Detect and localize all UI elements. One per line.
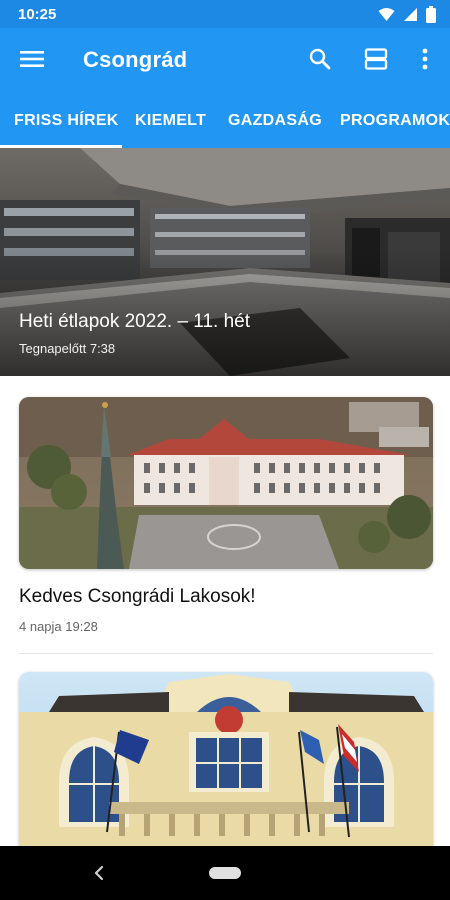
tab-kiemelt[interactable]: KIEMELT	[135, 94, 206, 148]
article-time: 4 napja 19:28	[19, 619, 98, 634]
search-button[interactable]	[304, 45, 336, 77]
app-title: Csongrád	[83, 47, 188, 72]
tab-programok[interactable]: PROGRAMOK	[340, 94, 450, 148]
wifi-icon	[378, 7, 395, 22]
signal-icon	[403, 7, 418, 22]
layout-toggle-button[interactable]	[360, 45, 392, 77]
more-options-button[interactable]	[409, 45, 441, 77]
article-image[interactable]	[19, 397, 433, 569]
menu-button[interactable]	[14, 46, 50, 76]
menu-icon	[20, 50, 44, 73]
featured-article-time: Tegnapelőtt 7:38	[19, 341, 116, 356]
back-icon[interactable]	[88, 861, 110, 885]
divider	[19, 653, 433, 654]
app-bar: Csongrád	[0, 28, 450, 94]
tab-friss-hirek[interactable]: FRISS HÍREK	[14, 94, 119, 148]
status-time: 10:25	[18, 6, 57, 23]
battery-icon	[426, 6, 436, 23]
article-image[interactable]	[19, 672, 433, 848]
search-icon	[309, 48, 331, 75]
tab-bar: FRISS HÍREK KIEMELT GAZDASÁG PROGRAMOK	[0, 94, 450, 148]
status-icons	[378, 6, 436, 23]
home-icon[interactable]	[209, 866, 241, 884]
article-title[interactable]: Kedves Csongrádi Lakosok!	[19, 586, 256, 608]
status-bar: 10:25	[0, 0, 450, 28]
more-vert-icon	[422, 48, 428, 75]
layout-icon	[364, 47, 388, 76]
featured-article-title[interactable]: Heti étlapok 2022. – 11. hét	[19, 311, 250, 333]
tab-gazdasag[interactable]: GAZDASÁG	[228, 94, 322, 148]
